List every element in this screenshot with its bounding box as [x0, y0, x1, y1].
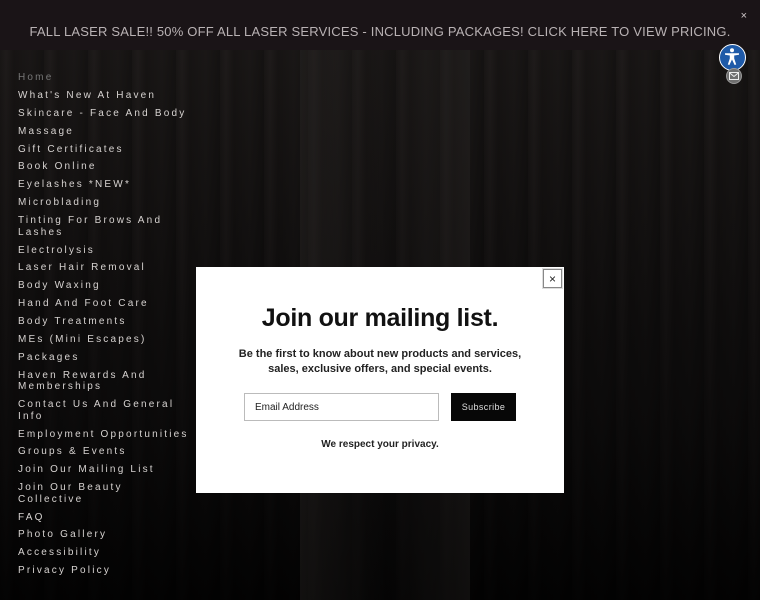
nav-item-mini-escapes[interactable]: MEs (Mini Escapes) — [18, 334, 193, 346]
nav-item-mailing-list[interactable]: Join Our Mailing List — [18, 464, 193, 476]
modal-title: Join our mailing list. — [261, 304, 499, 332]
main-nav: Home What's New At Haven Skincare - Face… — [18, 72, 193, 583]
nav-item-contact[interactable]: Contact Us And General Info — [18, 399, 193, 422]
privacy-note: We respect your privacy. — [321, 439, 439, 450]
nav-item-faq[interactable]: FAQ — [18, 512, 193, 524]
nav-item-groups-events[interactable]: Groups & Events — [18, 446, 193, 458]
promo-banner-text[interactable]: FALL LASER SALE!! 50% OFF ALL LASER SERV… — [29, 24, 730, 39]
nav-item-skincare[interactable]: Skincare - Face And Body — [18, 108, 193, 120]
nav-item-laser-hair-removal[interactable]: Laser Hair Removal — [18, 262, 193, 274]
nav-item-photo-gallery[interactable]: Photo Gallery — [18, 529, 193, 541]
modal-subtitle: Be the first to know about new products … — [238, 348, 522, 375]
nav-item-home[interactable]: Home — [18, 72, 193, 84]
nav-item-beauty-collective[interactable]: Join Our Beauty Collective — [18, 482, 193, 505]
accessibility-figure-icon — [725, 48, 739, 65]
modal-close-button[interactable]: × — [543, 269, 562, 288]
mail-icon[interactable] — [726, 68, 742, 84]
nav-item-body-treatments[interactable]: Body Treatments — [18, 316, 193, 328]
promo-banner[interactable]: FALL LASER SALE!! 50% OFF ALL LASER SERV… — [0, 0, 760, 50]
nav-item-tinting[interactable]: Tinting For Brows And Lashes — [18, 215, 193, 238]
email-field[interactable] — [244, 393, 439, 421]
nav-item-packages[interactable]: Packages — [18, 352, 193, 364]
subscribe-button[interactable]: Subscribe — [451, 393, 516, 421]
nav-item-rewards[interactable]: Haven Rewards And Memberships — [18, 370, 193, 393]
nav-item-electrolysis[interactable]: Electrolysis — [18, 245, 193, 257]
nav-item-employment[interactable]: Employment Opportunities — [18, 429, 193, 441]
nav-item-hand-foot-care[interactable]: Hand And Foot Care — [18, 298, 193, 310]
nav-item-body-waxing[interactable]: Body Waxing — [18, 280, 193, 292]
nav-item-eyelashes[interactable]: Eyelashes *NEW* — [18, 179, 193, 191]
nav-item-microblading[interactable]: Microblading — [18, 197, 193, 209]
nav-item-whats-new[interactable]: What's New At Haven — [18, 90, 193, 102]
banner-close-icon[interactable]: × — [741, 10, 747, 22]
nav-item-book-online[interactable]: Book Online — [18, 161, 193, 173]
nav-item-gift-certificates[interactable]: Gift Certificates — [18, 144, 193, 156]
accessibility-icon[interactable] — [719, 44, 746, 71]
envelope-icon — [729, 72, 739, 80]
nav-item-privacy-policy[interactable]: Privacy Policy — [18, 565, 193, 577]
mailing-list-modal: × Join our mailing list. Be the first to… — [196, 267, 564, 493]
nav-item-accessibility[interactable]: Accessibility — [18, 547, 193, 559]
nav-item-massage[interactable]: Massage — [18, 126, 193, 138]
